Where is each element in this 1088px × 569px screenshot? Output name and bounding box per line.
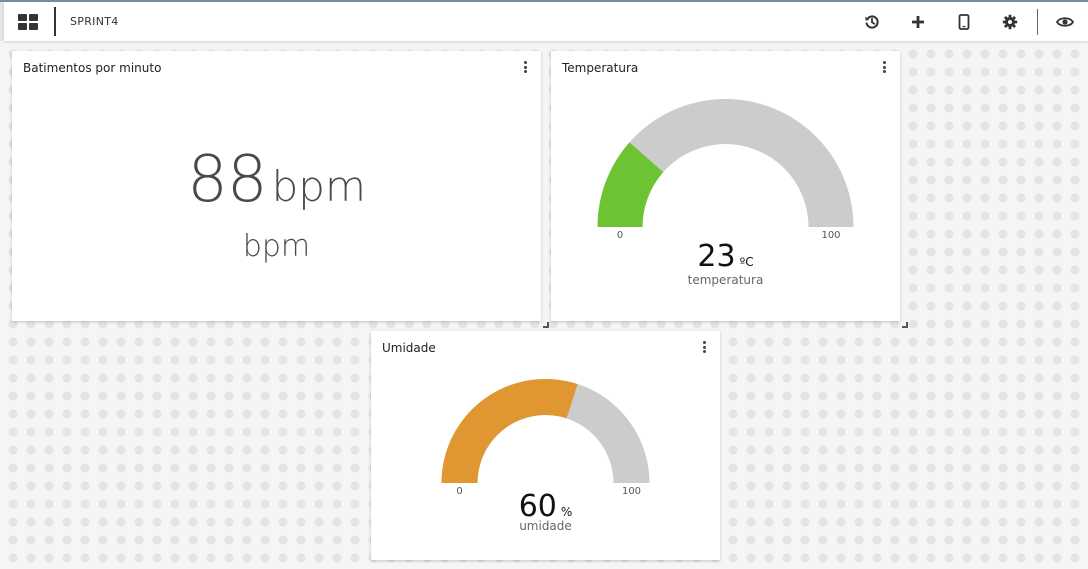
temperature-widget[interactable]: Temperatura 0 100 23 ºC temperatura	[551, 51, 900, 321]
mobile-preview-button[interactable]	[941, 2, 987, 41]
history-icon	[865, 14, 879, 29]
dashboard-grid-icon	[18, 13, 38, 30]
mobile-icon	[958, 13, 970, 30]
eye-icon	[1056, 16, 1074, 27]
history-button[interactable]	[849, 2, 895, 41]
widget-menu-icon[interactable]	[521, 60, 529, 74]
preview-button[interactable]	[1042, 2, 1088, 41]
humidity-unit: %	[560, 505, 573, 519]
widget-title: Batimentos por minuto	[23, 61, 162, 75]
temperature-unit: ºC	[739, 255, 754, 269]
bpm-unit-label: bpm	[242, 229, 311, 264]
plus-icon	[912, 15, 924, 28]
toolbar-actions	[849, 2, 1088, 41]
gauge-value-arc	[441, 378, 578, 483]
bpm-value-display: 88 bpm	[12, 143, 541, 217]
humidity-gauge: 0 100	[441, 378, 650, 497]
humidity-widget[interactable]: Umidade 0 100 60% umidade	[371, 331, 720, 560]
temperature-label: temperatura	[687, 273, 764, 287]
humidity-label: umidade	[519, 519, 572, 533]
add-widget-button[interactable]	[895, 2, 941, 41]
toolbar-separator	[1037, 8, 1038, 35]
temperature-value-display: 23 ºC	[551, 239, 900, 274]
dashboard-menu-button[interactable]	[4, 2, 52, 41]
temperature-value: 23	[697, 239, 736, 274]
toolbar-separator	[54, 7, 56, 36]
resize-handle[interactable]	[543, 322, 549, 328]
dashboard-toolbar: SPRINT4	[4, 2, 1088, 41]
bpm-value: 88	[187, 143, 267, 217]
resize-handle[interactable]	[902, 322, 908, 328]
gear-icon	[1002, 14, 1018, 29]
settings-button[interactable]	[987, 2, 1033, 41]
dashboard-title: SPRINT4	[70, 15, 119, 28]
bpm-widget[interactable]: Batimentos por minuto 88 bpm bpm	[12, 51, 541, 321]
temperature-gauge: 0 100	[597, 99, 854, 241]
bpm-value-unit: bpm	[271, 162, 366, 211]
